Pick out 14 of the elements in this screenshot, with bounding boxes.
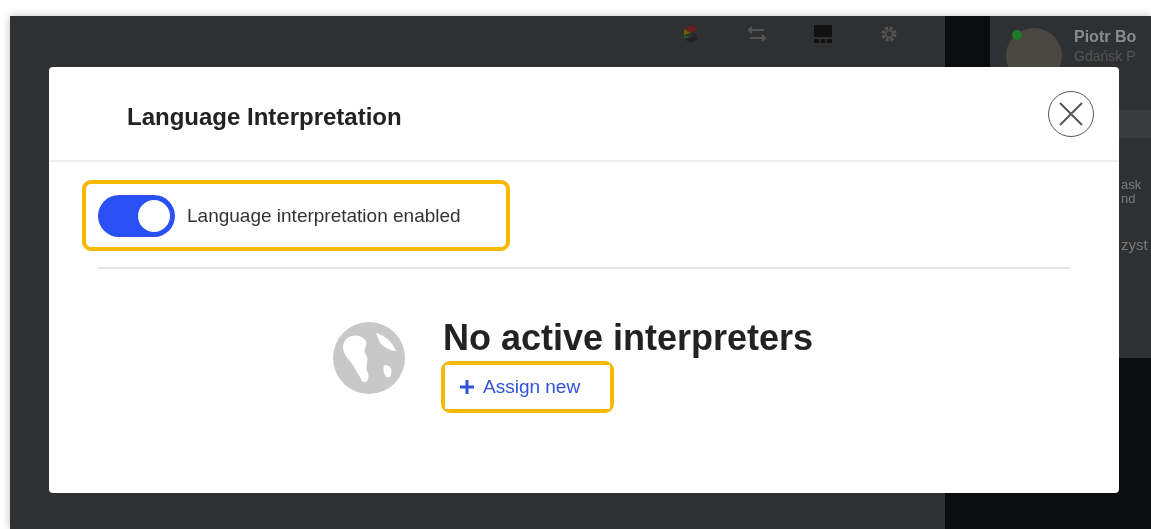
layout-grid-icon[interactable]	[812, 22, 834, 45]
background-text: zyst	[1121, 238, 1148, 252]
empty-state-title: No active interpreters	[443, 317, 814, 359]
background-text: ask	[1121, 178, 1142, 192]
user-name: Piotr Bo	[1074, 28, 1137, 46]
close-button[interactable]	[1048, 90, 1094, 137]
assign-new-button[interactable]: Assign new	[445, 365, 610, 409]
plus-icon	[459, 379, 475, 395]
dialog-title: Language Interpretation	[127, 102, 402, 131]
background-text: nd	[1121, 192, 1136, 206]
toggle-switch[interactable]	[98, 194, 175, 237]
close-icon[interactable]	[1058, 100, 1084, 127]
globe-icon	[332, 321, 406, 395]
toggle-label: Language interpretation enabled	[187, 204, 461, 227]
